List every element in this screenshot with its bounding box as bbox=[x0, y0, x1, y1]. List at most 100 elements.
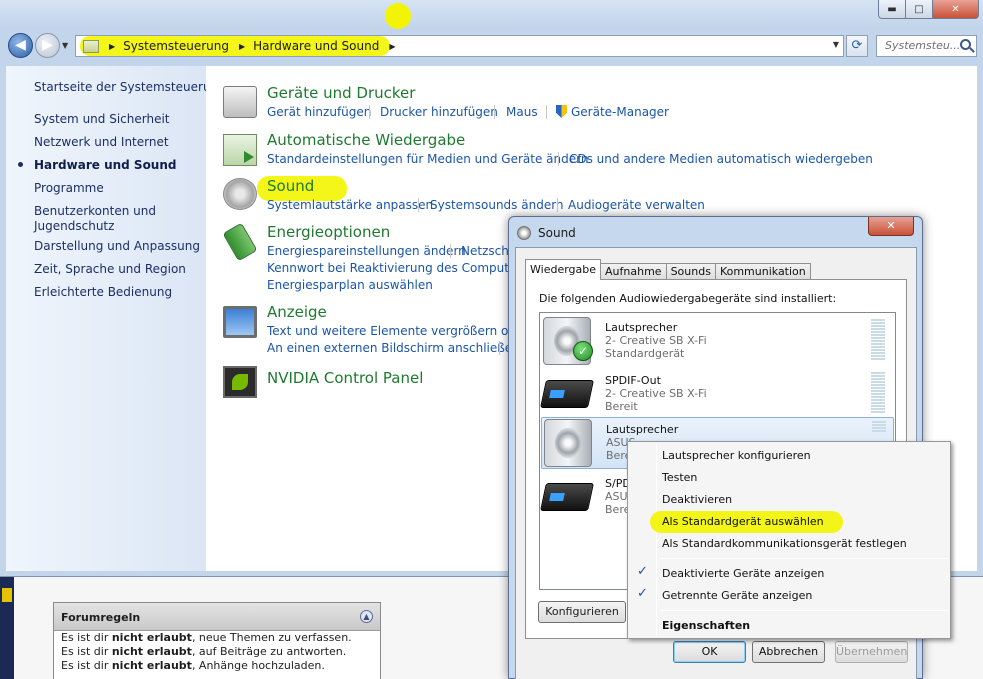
breadcrumb-separator-icon[interactable]: ▶ bbox=[389, 42, 395, 51]
menu-item-configure-speakers[interactable]: Lautsprecher konfigurieren bbox=[662, 449, 811, 462]
link-separator bbox=[369, 105, 370, 119]
forward-button[interactable]: ▶ bbox=[35, 33, 60, 58]
link-wakeup-password[interactable]: Kennwort bei Reaktivierung des Computers… bbox=[267, 261, 546, 275]
device-driver: 2- Creative SB X-Fi bbox=[605, 387, 707, 400]
device-name: Lautsprecher bbox=[606, 423, 679, 436]
device-status: Standardgerät bbox=[605, 347, 685, 360]
sidebar-item-network[interactable]: Netzwerk und Internet bbox=[34, 135, 169, 150]
link-power-plan[interactable]: Energiesparplan auswählen bbox=[267, 278, 433, 292]
tab-communication[interactable]: Kommunikation bbox=[714, 263, 811, 280]
nvidia-icon[interactable] bbox=[223, 366, 257, 398]
link-mouse[interactable]: Maus bbox=[506, 105, 538, 119]
cancel-button[interactable]: Abbrechen bbox=[752, 641, 825, 663]
category-nvidia-title[interactable]: NVIDIA Control Panel bbox=[267, 369, 423, 387]
sidebar-item-programs[interactable]: Programme bbox=[34, 181, 104, 196]
checkmark-icon: ✓ bbox=[637, 564, 648, 579]
tab-playback[interactable]: Wiedergabe bbox=[525, 259, 602, 280]
link-manage-audio-devices[interactable]: Audiogeräte verwalten bbox=[568, 198, 705, 212]
sidebar-item-user-accounts-line2[interactable]: Jugendschutz bbox=[34, 219, 114, 234]
menu-item-show-disabled[interactable]: Deaktivierte Geräte anzeigen bbox=[662, 567, 824, 580]
context-menu: Lautsprecher konfigurieren Testen Deakti… bbox=[627, 441, 951, 639]
menu-separator bbox=[660, 558, 948, 559]
dialog-close-button[interactable]: ✕ bbox=[868, 217, 914, 236]
configure-button[interactable]: Konfigurieren bbox=[538, 601, 626, 623]
spdif-device-icon bbox=[540, 380, 594, 408]
battery-icon[interactable] bbox=[222, 222, 258, 262]
maximize-button[interactable]: □ bbox=[906, 0, 933, 19]
menu-item-show-disconnected[interactable]: Getrennte Geräte anzeigen bbox=[662, 589, 812, 602]
link-separator bbox=[557, 198, 558, 212]
breadcrumb-separator-icon[interactable]: ▶ bbox=[109, 42, 115, 51]
address-bar[interactable]: ▶ Systemsteuerung ▶ Hardware und Sound ▶… bbox=[75, 35, 844, 57]
address-dropdown-icon[interactable]: ▼ bbox=[833, 40, 839, 49]
close-button[interactable]: ✕ bbox=[933, 0, 979, 19]
history-dropdown-icon[interactable]: ▼ bbox=[62, 41, 68, 50]
category-devices-title[interactable]: Geräte und Drucker bbox=[267, 84, 415, 102]
search-icon[interactable] bbox=[960, 39, 971, 50]
menu-gutter bbox=[656, 444, 657, 636]
link-add-printer[interactable]: Drucker hinzufügen bbox=[380, 105, 498, 119]
link-autoplay-cds[interactable]: CDs und andere Medien automatisch wieder… bbox=[569, 152, 873, 166]
speaker-icon[interactable] bbox=[223, 178, 257, 210]
link-add-device[interactable]: Gerät hinzufügen bbox=[267, 105, 371, 119]
menu-item-properties[interactable]: Eigenschaften bbox=[662, 619, 750, 632]
navigation-bar: ◀ ▶ ▼ ▶ Systemsteuerung ▶ Hardware und S… bbox=[0, 30, 983, 64]
menu-item-test[interactable]: Testen bbox=[662, 471, 697, 484]
highlight-annotation-dot bbox=[385, 3, 411, 29]
menu-item-disable[interactable]: Deaktivieren bbox=[662, 493, 732, 506]
sidebar-item-user-accounts[interactable]: Benutzerkonten und bbox=[34, 204, 156, 219]
category-display-title[interactable]: Anzeige bbox=[267, 303, 327, 321]
device-driver: 2- Creative SB X-Fi bbox=[605, 334, 707, 347]
tab-recording[interactable]: Aufnahme bbox=[600, 263, 667, 280]
search-placeholder: Systemsteu... bbox=[885, 39, 961, 52]
sidebar-item-clock-region[interactable]: Zeit, Sprache und Region bbox=[34, 262, 186, 277]
volume-meter-icon bbox=[872, 421, 886, 432]
link-system-sounds[interactable]: Systemsounds ändern bbox=[430, 198, 564, 212]
breadcrumb-separator-icon[interactable]: ▶ bbox=[239, 42, 245, 51]
forum-side-graphic bbox=[0, 570, 14, 679]
link-adjust-volume[interactable]: Systemlautstärke anpassen bbox=[267, 198, 433, 212]
printer-icon[interactable] bbox=[223, 86, 257, 118]
link-separator bbox=[450, 244, 451, 258]
link-device-manager[interactable]: Geräte-Manager bbox=[556, 105, 669, 119]
refresh-button[interactable]: ⟳ bbox=[846, 35, 868, 57]
speaker-icon bbox=[517, 226, 531, 240]
autoplay-icon[interactable] bbox=[223, 134, 257, 166]
link-media-defaults[interactable]: Standardeinstellungen für Medien und Ger… bbox=[267, 152, 588, 166]
default-check-icon: ✓ bbox=[573, 341, 593, 361]
volume-meter-icon bbox=[871, 319, 885, 360]
minimize-button[interactable]: ▬ bbox=[878, 0, 906, 19]
device-name: SPDIF-Out bbox=[605, 374, 661, 387]
link-separator bbox=[558, 152, 559, 166]
menu-item-set-default[interactable]: Als Standardgerät auswählen bbox=[662, 515, 824, 528]
list-item[interactable]: SPDIF-Out 2- Creative SB X-Fi Bereit bbox=[540, 368, 894, 420]
apply-button[interactable]: Übernehmen bbox=[835, 641, 908, 663]
spdif-device-icon bbox=[540, 483, 594, 511]
ok-button[interactable]: OK bbox=[673, 641, 746, 663]
link-external-display[interactable]: An einen externen Bildschirm anschließen bbox=[267, 341, 520, 355]
breadcrumb-hardware-und-sound[interactable]: Hardware und Sound bbox=[253, 39, 379, 53]
breadcrumb-systemsteuerung[interactable]: Systemsteuerung bbox=[123, 39, 229, 53]
back-button[interactable]: ◀ bbox=[8, 33, 33, 58]
sidebar-item-appearance[interactable]: Darstellung und Anpassung bbox=[34, 239, 200, 254]
link-power-saving[interactable]: Energiespareinstellungen ändern bbox=[267, 244, 466, 258]
sidebar-item-home[interactable]: Startseite der Systemsteuerung bbox=[34, 80, 226, 95]
forum-rule-line: Es ist dir nicht erlaubt, neue Themen zu… bbox=[61, 631, 352, 644]
sidebar-item-ease-of-access[interactable]: Erleichterte Bedienung bbox=[34, 285, 172, 300]
tab-sounds[interactable]: Sounds bbox=[665, 263, 716, 280]
sidebar-item-system-security[interactable]: System und Sicherheit bbox=[34, 112, 170, 127]
sidebar-item-hardware-sound[interactable]: Hardware und Sound bbox=[34, 158, 176, 173]
menu-item-set-default-communication[interactable]: Als Standardkommunikationsgerät festlege… bbox=[662, 537, 907, 550]
link-enlarge-text[interactable]: Text und weitere Elemente vergrößern ode… bbox=[267, 324, 547, 338]
monitor-icon[interactable] bbox=[223, 306, 257, 338]
volume-meter-icon bbox=[871, 372, 885, 413]
category-power-title[interactable]: Energieoptionen bbox=[267, 223, 390, 241]
category-sound-title[interactable]: Sound bbox=[267, 177, 314, 195]
search-input[interactable]: Systemsteu... bbox=[876, 35, 977, 57]
list-item[interactable]: ✓ Lautsprecher 2- Creative SB X-Fi Stand… bbox=[541, 315, 894, 367]
collapse-icon[interactable]: ▲ bbox=[360, 610, 373, 623]
link-separator bbox=[546, 105, 547, 119]
menu-separator bbox=[660, 610, 948, 611]
link-separator bbox=[494, 105, 495, 119]
category-autoplay-title[interactable]: Automatische Wiedergabe bbox=[267, 131, 465, 149]
